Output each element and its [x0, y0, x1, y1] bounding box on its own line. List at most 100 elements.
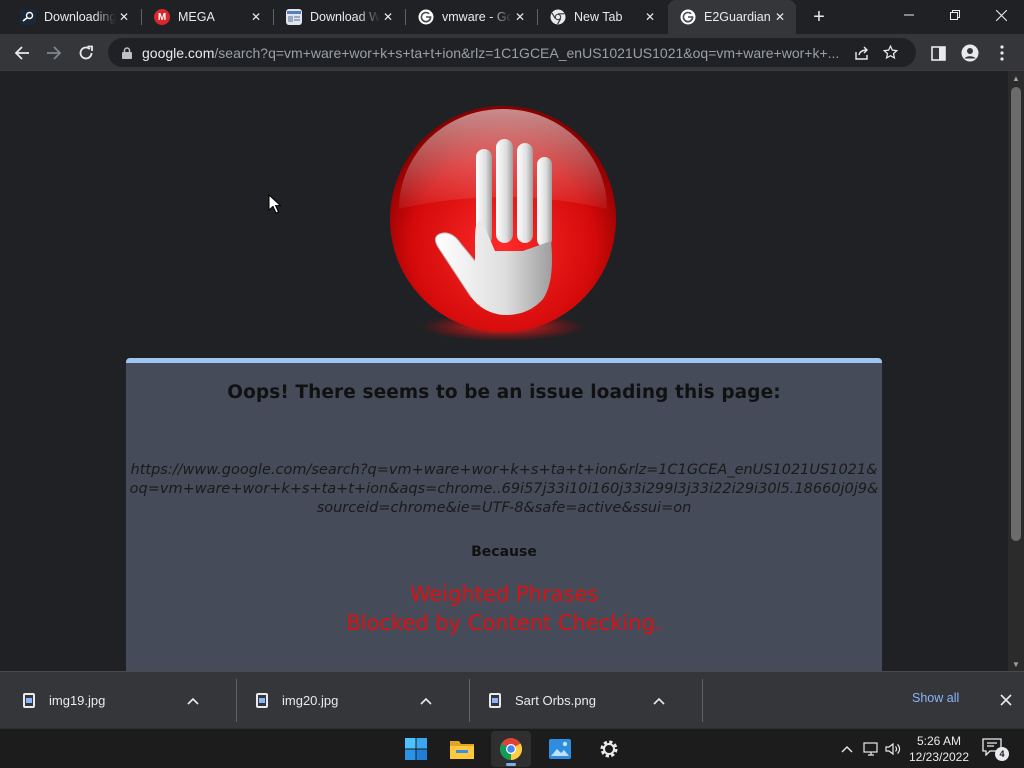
tab-e2guardian[interactable]: E2Guardian ✕	[668, 0, 796, 34]
system-clock[interactable]: 5:26 AM 12/23/2022	[902, 733, 976, 765]
download-filename: img20.jpg	[282, 693, 339, 708]
new-tab-button[interactable]: +	[807, 5, 831, 29]
speaker-icon	[885, 742, 901, 756]
close-icon[interactable]: ✕	[380, 9, 396, 25]
arrow-right-icon	[47, 46, 62, 60]
close-icon[interactable]: ✕	[642, 9, 658, 25]
network-status[interactable]	[862, 739, 880, 759]
start-button[interactable]	[396, 731, 436, 767]
settings-icon	[600, 740, 618, 758]
close-icon	[1000, 694, 1012, 706]
lock-icon[interactable]	[120, 46, 134, 60]
profile-button[interactable]	[956, 39, 984, 67]
close-icon[interactable]: ✕	[116, 9, 132, 25]
download-item-img20[interactable]: img20.jpg	[233, 672, 436, 729]
taskbar-photos[interactable]	[540, 731, 580, 767]
google-icon	[680, 9, 696, 25]
blocked-url-text: https://www.google.com/search?q=vm+ware+…	[129, 462, 879, 516]
tab-new-tab[interactable]: New Tab ✕	[538, 0, 666, 34]
block-reason-line2: Blocked by Content Checking.	[346, 611, 662, 635]
download-bar: img19.jpg img20.jpg Sart Orbs.png Show a…	[0, 671, 1024, 728]
clock-time: 5:26 AM	[916, 734, 962, 748]
share-button[interactable]	[848, 40, 876, 66]
reload-icon	[79, 45, 93, 60]
taskbar-settings[interactable]	[589, 731, 629, 767]
url-host: google.com	[142, 44, 215, 61]
avatar-icon	[961, 44, 979, 62]
file-icon	[489, 693, 501, 708]
steam-like-icon	[20, 9, 36, 25]
close-icon[interactable]: ✕	[248, 9, 264, 25]
chrome-icon	[500, 738, 522, 760]
show-hidden-icons-button[interactable]	[838, 739, 856, 759]
scroll-up-icon[interactable]: ▲	[1008, 71, 1024, 85]
close-icon[interactable]: ✕	[772, 9, 788, 25]
download-item-sart-orbs[interactable]: Sart Orbs.png	[466, 672, 669, 729]
browser-toolbar: google.com/search?q=vm+ware+wor+k+s+ta+t…	[0, 34, 1024, 71]
clock-date: 12/23/2022	[908, 750, 970, 764]
tab-title: Downloading	[44, 10, 116, 24]
taskbar-chrome[interactable]	[491, 731, 531, 767]
download-filename: img19.jpg	[49, 693, 106, 708]
block-reason-line1: Weighted Phrases	[409, 582, 599, 606]
chevron-up-icon[interactable]	[416, 691, 436, 711]
side-panel-icon	[930, 45, 946, 61]
page-thumbnail-icon	[286, 9, 302, 25]
file-icon	[23, 693, 35, 708]
arrow-left-icon	[14, 46, 29, 60]
mouse-cursor-icon	[268, 194, 282, 214]
download-separator	[702, 679, 703, 722]
tab-title: New Tab	[574, 10, 623, 24]
window-close-button[interactable]	[978, 0, 1024, 30]
photos-icon	[549, 739, 571, 759]
tab-title: MEGA	[178, 10, 215, 24]
menu-button[interactable]	[988, 39, 1016, 67]
chevron-up-icon	[841, 746, 853, 753]
back-button[interactable]	[8, 39, 36, 67]
restore-button[interactable]	[932, 0, 978, 30]
close-icon[interactable]: ✕	[512, 9, 528, 25]
download-item-img19[interactable]: img19.jpg	[0, 672, 203, 729]
chrome-icon	[550, 9, 566, 25]
stop-hand-icon	[390, 106, 616, 341]
forward-button[interactable]	[40, 39, 68, 67]
address-bar[interactable]: google.com/search?q=vm+ware+wor+k+s+ta+t…	[108, 38, 916, 67]
windows-start-icon	[405, 738, 427, 760]
taskbar-file-explorer[interactable]	[442, 731, 482, 767]
share-icon	[854, 46, 868, 60]
minimize-icon	[904, 14, 914, 16]
reload-button[interactable]	[72, 39, 100, 67]
tab-title: E2Guardian	[704, 10, 771, 24]
volume-status[interactable]	[884, 739, 902, 759]
notification-count-badge: 4	[995, 747, 1009, 761]
mega-icon: M	[154, 9, 170, 25]
star-icon	[882, 45, 898, 60]
block-message-panel: Oops! There seems to be an issue loading…	[126, 358, 882, 671]
url-text[interactable]: google.com/search?q=vm+ware+wor+k+s+ta+t…	[142, 45, 848, 61]
tab-mega[interactable]: M MEGA ✕	[142, 0, 272, 34]
tab-title: vmware - Go	[442, 10, 512, 24]
because-label: Because	[471, 544, 537, 560]
page-viewport: Oops! There seems to be an issue loading…	[0, 71, 1008, 671]
bookmark-button[interactable]	[876, 40, 904, 66]
show-all-downloads-link[interactable]: Show all	[912, 691, 959, 705]
minimize-button[interactable]	[886, 0, 932, 30]
close-download-bar-button[interactable]	[996, 689, 1016, 711]
kebab-menu-icon	[1000, 45, 1004, 61]
chevron-up-icon[interactable]	[649, 691, 669, 711]
tab-downloading[interactable]: Downloading ✕	[8, 0, 140, 34]
scrollbar-thumb[interactable]	[1011, 87, 1021, 541]
tab-strip: Downloading ✕ M MEGA ✕ Download W ✕ vmwa…	[0, 0, 1024, 34]
close-icon	[995, 9, 1007, 21]
scroll-down-icon[interactable]: ▼	[1008, 657, 1024, 671]
google-icon	[418, 9, 434, 25]
file-explorer-icon	[450, 741, 474, 759]
file-icon	[256, 693, 268, 708]
tab-vmware-google[interactable]: vmware - Go ✕	[406, 0, 536, 34]
chevron-up-icon[interactable]	[183, 691, 203, 711]
tab-title: Download W	[310, 10, 380, 24]
notification-center-button[interactable]: 4	[982, 738, 1009, 761]
page-scrollbar[interactable]: ▲ ▼	[1008, 71, 1024, 671]
side-panel-button[interactable]	[924, 39, 952, 67]
tab-download-w[interactable]: Download W ✕	[274, 0, 404, 34]
